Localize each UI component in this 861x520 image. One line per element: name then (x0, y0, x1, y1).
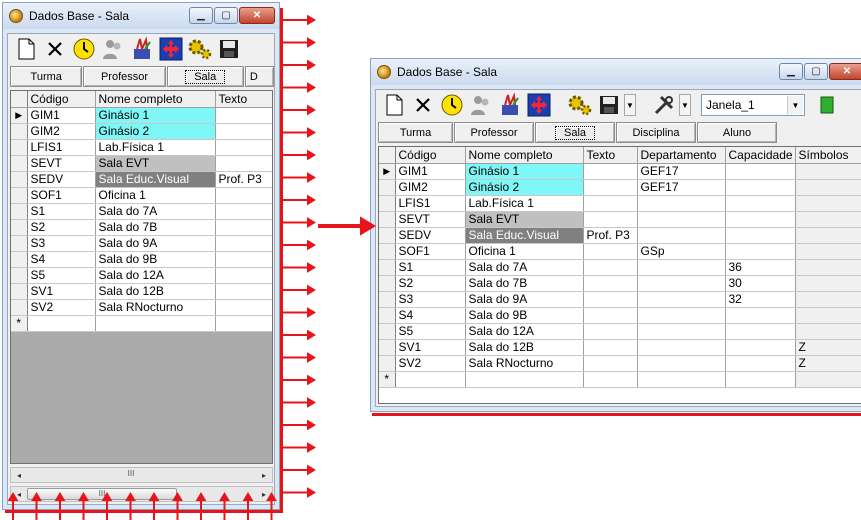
annotation-arrows (7, 14, 376, 520)
right-arrow-19 (283, 442, 316, 453)
right-arrow-1 (283, 37, 316, 48)
right-arrow-0 (283, 14, 316, 26)
right-arrow-12 (283, 284, 316, 296)
right-arrow-6 (283, 149, 316, 161)
big-arrow (318, 216, 376, 236)
up-arrow-5 (125, 492, 136, 520)
right-arrow-8 (283, 194, 316, 206)
up-arrow-6 (148, 492, 160, 520)
up-arrow-10 (242, 492, 254, 520)
right-arrow-4 (283, 104, 316, 116)
up-arrow-11 (266, 492, 277, 520)
right-arrow-18 (283, 419, 316, 431)
right-arrow-15 (283, 352, 316, 363)
right-arrow-16 (283, 374, 316, 386)
right-arrow-9 (283, 217, 316, 228)
up-arrow-1 (31, 492, 42, 520)
right-arrow-3 (283, 82, 316, 93)
right-arrow-10 (283, 239, 316, 251)
up-arrow-8 (195, 492, 207, 520)
up-arrow-0 (7, 492, 19, 520)
right-arrow-2 (283, 59, 316, 71)
right-arrow-13 (283, 307, 316, 318)
right-arrow-21 (283, 487, 316, 498)
up-arrow-7 (172, 492, 183, 520)
up-arrow-3 (78, 492, 89, 520)
right-arrow-7 (283, 172, 316, 183)
right-arrow-11 (283, 262, 316, 273)
up-arrow-9 (219, 492, 230, 520)
right-arrow-17 (283, 397, 316, 408)
right-arrow-14 (283, 329, 316, 341)
right-arrow-20 (283, 464, 316, 476)
up-arrow-2 (54, 492, 66, 520)
up-arrow-4 (101, 492, 113, 520)
right-arrow-5 (283, 127, 316, 138)
